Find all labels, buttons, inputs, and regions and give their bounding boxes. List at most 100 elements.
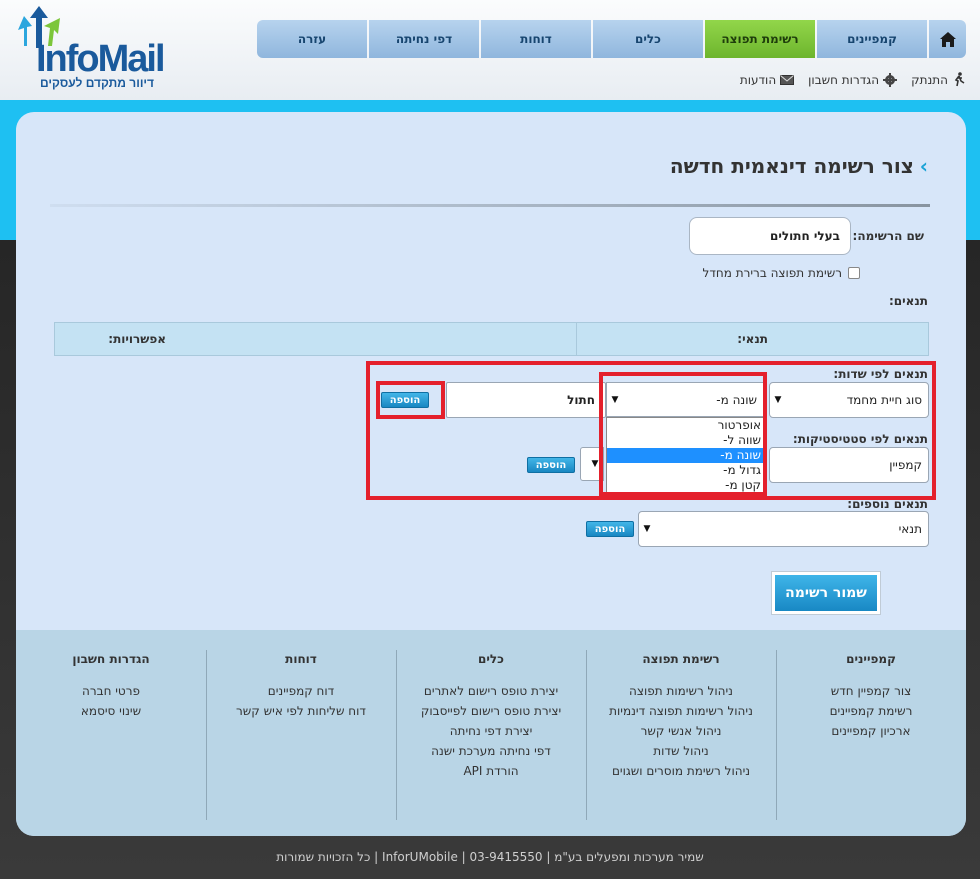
add-field-condition-button[interactable]: הוספה	[381, 392, 429, 408]
account-settings-label: הגדרות חשבון	[808, 72, 880, 87]
condition-value-text: חתול	[567, 393, 595, 407]
fields-conditions-label: תנאים לפי שדות:	[833, 367, 928, 381]
footer-separator	[396, 650, 397, 820]
logout-link[interactable]: התנתק	[911, 72, 966, 87]
footer-link[interactable]: ניהול רשימות תפוצה דינמיות	[586, 701, 776, 721]
footer-link[interactable]: דפי נחיתה מערכת ישנה	[396, 741, 586, 761]
conditions-table-header: תנאי: אפשרויות:	[54, 322, 929, 356]
tab-landing-pages[interactable]: דפי נחיתה	[369, 20, 479, 58]
save-list-label: שמור רשימה	[775, 575, 877, 611]
stats-secondary-select[interactable]: ▼	[580, 447, 604, 481]
default-list-label: רשימת תפוצה ברירת מחדל	[702, 266, 842, 280]
dropdown-arrow-icon: ▼	[591, 459, 599, 469]
footer-column-account: הגדרות חשבון פרטי חברה שינוי סיסמא	[16, 652, 206, 721]
footer-column-reports: דוחות דוח קמפיינים דוח שליחות לפי איש קש…	[206, 652, 396, 721]
footer-link[interactable]: יצירת טופס רישום לפייסבוק	[396, 701, 586, 721]
content-panel: › צור רשימה דינאמית חדשה שם הרשימה: בעלי…	[16, 112, 966, 836]
operator-option[interactable]: אופרטור	[607, 418, 763, 433]
default-list-row: רשימת תפוצה ברירת מחדל	[703, 266, 860, 280]
list-name-value: בעלי חתולים	[770, 229, 840, 243]
footer-heading: רשימת תפוצה	[642, 652, 720, 666]
footer-link[interactable]: ניהול אנשי קשר	[586, 721, 776, 741]
footer-separator	[206, 650, 207, 820]
footer-separator	[586, 650, 587, 820]
tab-help[interactable]: עזרה	[257, 20, 367, 58]
extra-condition-select-value: תנאי	[898, 522, 922, 536]
tab-tools[interactable]: כלים	[593, 20, 703, 58]
footer-link[interactable]: ארכיון קמפיינים	[776, 721, 966, 741]
condition-column-header: תנאי:	[576, 323, 928, 355]
footer-link[interactable]: ניהול שדות	[586, 741, 776, 761]
operator-dropdown-list: אופרטור שווה ל- שונה מ- גדול מ- קטן מ-	[606, 417, 764, 495]
operator-option[interactable]: שווה ל-	[607, 433, 763, 448]
footer-heading: הגדרות חשבון	[72, 652, 150, 666]
footer-heading: כלים	[478, 652, 504, 666]
running-man-icon	[954, 72, 965, 87]
footer-column-campaigns: קמפיינים צור קמפיין חדש רשימת קמפיינים א…	[776, 652, 966, 741]
footer-column-mailing-list: רשימת תפוצה ניהול רשימות תפוצה ניהול רשי…	[586, 652, 776, 781]
dropdown-arrow-icon: ▼	[643, 524, 651, 534]
tab-mailing-list[interactable]: רשימת תפוצה	[705, 20, 815, 58]
logo-wordmark: InfoMail	[36, 38, 166, 81]
footer-separator	[776, 650, 777, 820]
operator-option[interactable]: קטן מ-	[607, 478, 763, 493]
conditions-label: תנאים:	[888, 294, 928, 308]
operator-option[interactable]: גדול מ-	[607, 463, 763, 478]
condition-value-input[interactable]: חתול	[446, 382, 606, 418]
footer-link[interactable]: רשימת קמפיינים	[776, 701, 966, 721]
footer-link[interactable]: פרטי חברה	[16, 681, 206, 701]
tab-campaigns[interactable]: קמפיינים	[817, 20, 927, 58]
footer-link[interactable]: שינוי סיסמא	[16, 701, 206, 721]
list-name-label: שם הרשימה:	[852, 229, 924, 243]
dropdown-arrow-icon: ▼	[774, 395, 782, 405]
logo-tagline: דיוור מתקדם לעסקים	[40, 76, 155, 90]
footer-column-tools: כלים יצירת טופס רישום לאתרים יצירת טופס …	[396, 652, 586, 781]
messages-label: הודעות	[739, 72, 777, 87]
footer-link[interactable]: דוח שליחות לפי איש קשר	[206, 701, 396, 721]
extra-condition-select[interactable]: תנאי ▼	[638, 511, 929, 547]
messages-link[interactable]: הודעות	[739, 72, 795, 87]
page-title: › צור רשימה דינאמית חדשה	[670, 154, 928, 178]
infomail-logo[interactable]: InfoMail דיוור מתקדם לעסקים	[14, 4, 166, 90]
footer-heading: קמפיינים	[846, 652, 896, 666]
operator-select-value: שונה מ-	[716, 392, 757, 407]
footer-link[interactable]: יצירת דפי נחיתה	[396, 721, 586, 741]
footer-link[interactable]: ניהול רשימת מוסרים ושגוים	[586, 761, 776, 781]
gear-icon	[883, 72, 898, 87]
account-settings-link[interactable]: הגדרות חשבון	[808, 72, 898, 87]
add-stats-condition-button[interactable]: הוספה	[527, 457, 575, 473]
chevron-right-icon: ›	[919, 154, 928, 178]
footer-link[interactable]: דוח קמפיינים	[206, 681, 396, 701]
options-column-header: אפשרויות:	[108, 332, 166, 346]
field-select-value: סוג חיית מחמד	[846, 393, 922, 407]
footer-heading: דוחות	[285, 652, 317, 666]
logo-mail: Mail	[97, 38, 166, 80]
envelope-icon	[780, 74, 795, 85]
page-title-text: צור רשימה דינאמית חדשה	[669, 154, 914, 178]
footer-link[interactable]: ניהול רשימות תפוצה	[586, 681, 776, 701]
stats-conditions-label: תנאים לפי סטטיסטיקות:	[792, 432, 928, 446]
main-nav: קמפיינים רשימת תפוצה כלים דוחות דפי נחית…	[257, 20, 966, 58]
title-divider	[50, 204, 930, 207]
campaign-select[interactable]: קמפיין	[769, 447, 929, 483]
operator-option-selected[interactable]: שונה מ-	[607, 448, 763, 463]
extra-conditions-label: תנאים נוספים:	[847, 497, 928, 511]
home-button[interactable]	[929, 20, 966, 58]
dropdown-arrow-icon: ▼	[611, 394, 619, 405]
tab-reports[interactable]: דוחות	[481, 20, 591, 58]
operator-select[interactable]: שונה מ- ▼	[606, 382, 764, 417]
footer-link[interactable]: צור קמפיין חדש	[776, 681, 966, 701]
copyright: שמיר מערכות ומפעלים בע"מ | InforUMobile …	[276, 850, 704, 864]
field-select[interactable]: סוג חיית מחמד ▼	[769, 382, 929, 418]
save-list-button[interactable]: שמור רשימה	[771, 571, 881, 615]
user-subnav: הודעות הגדרות חשבון התנתק	[740, 72, 966, 87]
default-list-checkbox[interactable]	[848, 267, 860, 279]
list-name-input[interactable]: בעלי חתולים	[689, 217, 851, 255]
footer-link[interactable]: הורדת API	[396, 761, 586, 781]
home-icon	[939, 31, 956, 47]
campaign-select-value: קמפיין	[889, 458, 922, 472]
logout-label: התנתק	[911, 72, 948, 87]
footer-link[interactable]: יצירת טופס רישום לאתרים	[396, 681, 586, 701]
add-extra-condition-button[interactable]: הוספה	[586, 521, 634, 537]
logo-info: Info	[36, 38, 100, 80]
